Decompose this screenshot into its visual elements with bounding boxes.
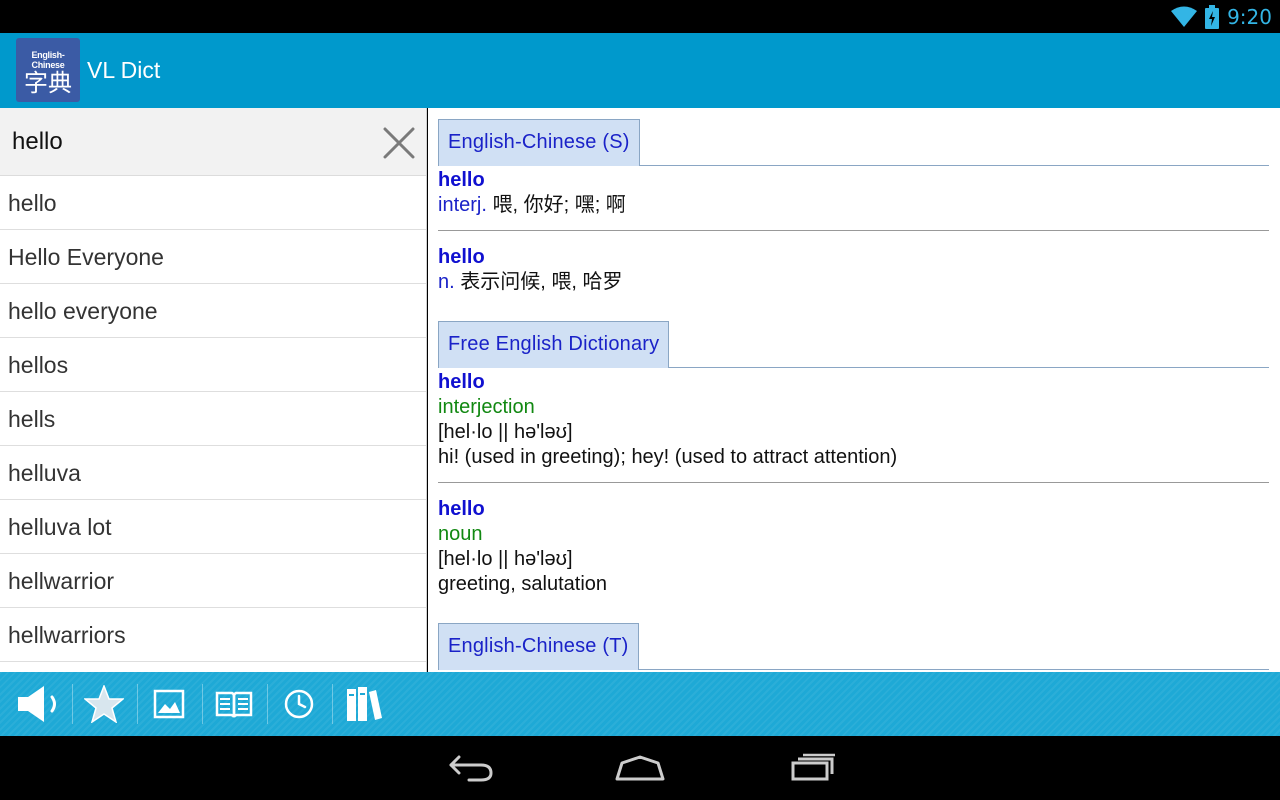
status-bar: 9:20	[0, 0, 1280, 33]
list-item[interactable]: hello	[0, 176, 426, 230]
bottom-toolbar	[0, 672, 1280, 736]
battery-icon	[1205, 5, 1220, 29]
definition-entry: hello noun [hel·lo || hə'ləʊ] greeting, …	[438, 495, 1269, 597]
clear-search-button[interactable]	[380, 124, 418, 162]
image-button[interactable]	[144, 680, 194, 728]
status-time: 9:20	[1227, 5, 1272, 29]
definition-line: interj. 喂, 你好; 嘿; 啊	[438, 193, 1269, 218]
pronounce-button[interactable]	[14, 680, 64, 728]
word-list-pane: hello Hello Everyone hello everyone hell…	[0, 108, 427, 672]
image-icon	[153, 689, 185, 719]
headword: hello	[438, 246, 485, 268]
library-button[interactable]	[339, 680, 389, 728]
pronunciation: [hel·lo || hə'ləʊ]	[438, 421, 573, 443]
list-item[interactable]: helluva lot	[0, 500, 426, 554]
action-bar: English-Chinese 字典 VL Dict	[0, 33, 1280, 108]
search-input[interactable]	[12, 124, 362, 160]
dictionary-header: English-Chinese (T)	[438, 623, 1269, 670]
app-icon-glyph: 字典	[24, 69, 72, 97]
speaker-icon	[18, 686, 56, 722]
history-button[interactable]	[274, 680, 324, 728]
list-item[interactable]: hello everyone	[0, 284, 426, 338]
book-icon	[215, 691, 253, 718]
definition-text: 喂, 你好; 嘿; 啊	[486, 194, 626, 216]
list-item[interactable]: hellwarriors	[0, 608, 426, 662]
definition-text: greeting, salutation	[438, 573, 608, 595]
definition-entry: hello n. 表示问候, 喂, 哈罗	[438, 243, 1269, 295]
toolbar-divider	[267, 684, 268, 724]
dictionary-name[interactable]: Free English Dictionary	[438, 321, 670, 368]
star-icon	[84, 685, 124, 723]
toolbar-divider	[202, 684, 203, 724]
app-title: VL Dict	[87, 57, 161, 83]
home-icon	[615, 755, 665, 781]
list-item[interactable]: hells	[0, 392, 426, 446]
dictionary-header: English-Chinese (S)	[438, 119, 1269, 166]
recent-apps-button[interactable]	[782, 750, 842, 786]
part-of-speech: n.	[438, 271, 455, 293]
headword: hello	[438, 371, 485, 393]
dictionary-header: Free English Dictionary	[438, 321, 1269, 368]
list-item[interactable]: Hello Everyone	[0, 230, 426, 284]
close-icon	[383, 127, 415, 159]
back-button[interactable]	[440, 750, 500, 786]
part-of-speech: interjection	[438, 396, 535, 418]
dictionary-name[interactable]: English-Chinese (T)	[438, 623, 639, 670]
toolbar-divider	[137, 684, 138, 724]
definition-line: n. 表示问候, 喂, 哈罗	[438, 270, 1269, 295]
favorite-button[interactable]	[79, 680, 129, 728]
library-icon	[347, 687, 382, 721]
recent-apps-icon	[791, 753, 835, 781]
search-bar	[0, 108, 426, 176]
definition-entry: hello interj. 喂, 你好; 嘿; 啊	[438, 166, 1269, 231]
wifi-icon	[1171, 6, 1198, 27]
definition-pane[interactable]: English-Chinese (S) hello interj. 喂, 你好;…	[428, 108, 1280, 672]
dictionary-name[interactable]: English-Chinese (S)	[438, 119, 640, 166]
toolbar-divider	[332, 684, 333, 724]
app-icon-caption: English-Chinese	[31, 50, 65, 70]
definition-entry: hello interjection [hel·lo || hə'ləʊ] hi…	[438, 368, 1269, 483]
navigation-bar	[0, 736, 1280, 800]
toolbar-divider	[72, 684, 73, 724]
definition-text: 表示问候, 喂, 哈罗	[454, 271, 623, 293]
home-button[interactable]	[610, 750, 670, 786]
pronunciation: [hel·lo || hə'ləʊ]	[438, 548, 573, 570]
part-of-speech: noun	[438, 523, 483, 545]
headword: hello	[438, 498, 485, 520]
part-of-speech: interj.	[438, 194, 487, 216]
headword: hello	[438, 169, 485, 191]
definition-content: English-Chinese (S) hello interj. 喂, 你好;…	[438, 119, 1269, 672]
status-icons: 9:20	[1171, 4, 1272, 30]
definition-text: hi! (used in greeting); hey! (used to at…	[438, 446, 898, 468]
dictionary-button[interactable]	[209, 680, 259, 728]
clock-icon	[284, 689, 314, 719]
list-item[interactable]: hellwarrior	[0, 554, 426, 608]
app-icon[interactable]: English-Chinese 字典	[16, 38, 80, 102]
list-item[interactable]: hellos	[0, 338, 426, 392]
list-item[interactable]: helluva	[0, 446, 426, 500]
back-icon	[449, 755, 493, 782]
word-list: hello Hello Everyone hello everyone hell…	[0, 176, 426, 662]
